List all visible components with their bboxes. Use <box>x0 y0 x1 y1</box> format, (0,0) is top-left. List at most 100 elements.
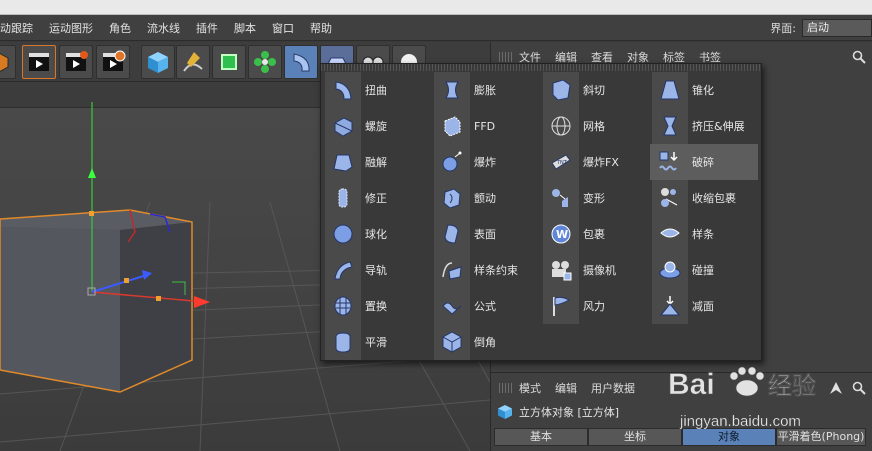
deformer-item-wind[interactable]: 风力 <box>541 288 649 324</box>
deformer-item-taper[interactable]: 锥化 <box>650 72 758 108</box>
deformer-item-shear[interactable]: 斜切 <box>541 72 649 108</box>
subdivision-icon <box>221 54 237 70</box>
menu-plugins[interactable]: 插件 <box>188 20 226 36</box>
deformer-item-formula[interactable]: 公式 <box>432 288 540 324</box>
cube-object-button[interactable] <box>0 45 16 79</box>
cloner-button[interactable] <box>248 45 282 79</box>
render-view-button[interactable] <box>22 45 56 79</box>
menu-motion-tracking[interactable]: 动跟踪 <box>0 20 41 36</box>
deformer-item-label: 倒角 <box>474 336 496 349</box>
tab-basic[interactable]: 基本 <box>494 428 588 446</box>
pen-spline-button[interactable] <box>176 45 210 79</box>
am-menu-mode[interactable]: 模式 <box>519 380 541 396</box>
deformer-item-label: 爆炸FX <box>583 156 619 169</box>
deformer-item-label: 螺旋 <box>365 120 387 133</box>
deformer-item-surface[interactable]: 表面 <box>432 216 540 252</box>
deformer-item-label: 风力 <box>583 300 605 313</box>
ffd-icon <box>432 108 472 144</box>
explosion-fx-icon: TNT <box>541 144 581 180</box>
render-settings-button[interactable] <box>96 45 130 79</box>
surface-icon <box>432 216 472 252</box>
layout-label: 界面: <box>770 22 796 35</box>
deformer-item-smoothing[interactable]: 平滑 <box>323 324 431 360</box>
deformer-item-morph[interactable]: 变形 <box>541 180 649 216</box>
deformer-item-label: 颤动 <box>474 192 496 205</box>
menu-pipeline[interactable]: 流水线 <box>139 20 188 36</box>
svg-text:TNT: TNT <box>556 160 568 166</box>
render-to-picture-viewer-button[interactable] <box>59 45 93 79</box>
formula-icon <box>432 288 472 324</box>
svg-text:Bai: Bai <box>668 368 715 401</box>
baidu-logo: Bai 经验 jingyan.baidu.com <box>668 366 816 430</box>
deformer-item-displacer[interactable]: 置换 <box>323 288 431 324</box>
deformer-item-shrink-wrap[interactable]: 收缩包裹 <box>650 180 758 216</box>
layout-select[interactable]: 启动 <box>802 19 872 37</box>
search-icon[interactable] <box>852 50 866 64</box>
am-menu-userdata[interactable]: 用户数据 <box>591 380 635 396</box>
menu-mograph[interactable]: 运动图形 <box>41 20 101 36</box>
deformer-item-wrap[interactable]: W 包裹 <box>541 216 649 252</box>
selected-object-label: 立方体对象 [立方体] <box>497 404 619 420</box>
deformer-item-label: 减面 <box>692 300 714 313</box>
svg-text:jingyan.baidu.com: jingyan.baidu.com <box>679 413 801 430</box>
am-menu-edit[interactable]: 编辑 <box>555 380 577 396</box>
panel-grip-icon[interactable] <box>499 52 513 62</box>
smoothing-icon <box>323 324 363 360</box>
deformer-item-spline-wrap[interactable]: 样条约束 <box>432 252 540 288</box>
render-settings-icon <box>103 50 126 71</box>
deformer-item-explosion-fx[interactable]: TNT 爆炸FX <box>541 144 649 180</box>
shatter-icon <box>650 144 690 180</box>
deformer-item-explosion[interactable]: 爆炸 <box>432 144 540 180</box>
deformer-item-rail[interactable]: 导轨 <box>323 252 431 288</box>
displacer-icon <box>323 288 363 324</box>
deformer-item-label: 网格 <box>583 120 605 133</box>
deformer-item-camera-deformer[interactable]: 摄像机 <box>541 252 649 288</box>
bevel-icon <box>432 324 472 360</box>
deformer-item-jiggle[interactable]: 颤动 <box>432 180 540 216</box>
deformer-item-spline-deformer[interactable]: 样条 <box>650 216 758 252</box>
correction-icon <box>323 180 363 216</box>
deformer-item-bend[interactable]: 扭曲 <box>323 72 431 108</box>
subdivision-button[interactable] <box>212 45 246 79</box>
deformer-item-melt[interactable]: 融解 <box>323 144 431 180</box>
menu-help[interactable]: 帮助 <box>302 20 340 36</box>
deformer-item-label: 爆炸 <box>474 156 496 169</box>
deformer-item-mesh[interactable]: 网格 <box>541 108 649 144</box>
deformer-item-label: 斜切 <box>583 84 605 97</box>
deformer-item-bulge[interactable]: 膨胀 <box>432 72 540 108</box>
deformer-item-spherify[interactable]: 球化 <box>323 216 431 252</box>
deformer-item-correction[interactable]: 修正 <box>323 180 431 216</box>
spherify-icon <box>323 216 363 252</box>
attribute-manager-menu: 模式 编辑 用户数据 <box>491 379 649 397</box>
cube-button[interactable] <box>141 45 175 79</box>
deformer-button[interactable] <box>284 45 318 79</box>
deformer-item-label: 融解 <box>365 156 387 169</box>
deformer-item-label: 修正 <box>365 192 387 205</box>
melt-icon <box>323 144 363 180</box>
explosion-icon <box>432 144 472 180</box>
menu-window[interactable]: 窗口 <box>264 20 302 36</box>
deformer-item-polygon-reduction[interactable]: 减面 <box>650 288 758 324</box>
deformer-item-ffd[interactable]: FFD <box>432 108 540 144</box>
taper-icon <box>650 72 690 108</box>
deformer-item-twist[interactable]: 螺旋 <box>323 108 431 144</box>
deformer-item-squash-stretch[interactable]: 挤压&伸展 <box>650 108 758 144</box>
deformer-item-label: 导轨 <box>365 264 387 277</box>
deformer-item-label: 挤压&伸展 <box>692 120 745 133</box>
jiggle-icon <box>432 180 472 216</box>
deformer-item-bevel[interactable]: 倒角 <box>432 324 540 360</box>
panel-grip-icon[interactable] <box>499 383 513 393</box>
title-bar <box>0 0 872 15</box>
menu-script[interactable]: 脚本 <box>226 20 264 36</box>
deformer-item-label: 扭曲 <box>365 84 387 97</box>
popup-grip[interactable] <box>321 64 761 71</box>
shrink-wrap-icon <box>650 180 690 216</box>
wind-icon <box>541 288 581 324</box>
deformer-item-collision[interactable]: 碰撞 <box>650 252 758 288</box>
svg-text:W: W <box>556 228 568 241</box>
main-menubar: 动跟踪 运动图形 角色 流水线 插件 脚本 窗口 帮助 <box>0 15 872 41</box>
morph-icon <box>541 180 581 216</box>
menu-character[interactable]: 角色 <box>101 20 139 36</box>
cube-icon <box>148 52 168 73</box>
deformer-item-shatter[interactable]: 破碎 <box>650 144 758 180</box>
